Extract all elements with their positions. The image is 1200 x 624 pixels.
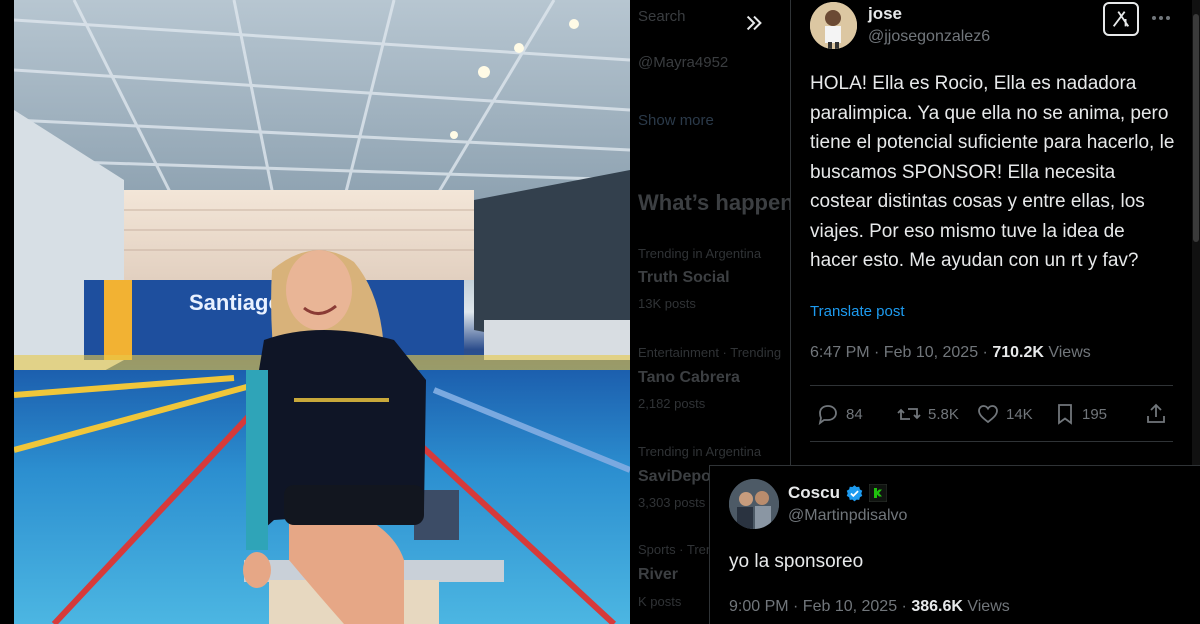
like-count: 14K — [1006, 405, 1033, 423]
bookmark-button[interactable]: 195 — [1054, 399, 1107, 429]
reply-text: yo la sponsoreo — [729, 551, 864, 572]
views-label: Views — [1043, 344, 1091, 361]
divider — [810, 441, 1173, 442]
more-options-icon — [1152, 16, 1170, 20]
expand-chevrons-icon — [746, 15, 762, 31]
verified-icon — [846, 484, 863, 501]
repost-button[interactable]: 5.8K — [896, 399, 959, 429]
author-handle[interactable]: @jjosegonzalez6 — [868, 28, 990, 46]
tweet-meta: 6:47 PM · Feb 10, 2025 · 710.2K Views — [810, 344, 1091, 362]
reply-tweet: Coscu @Martinpdisalvo yo la sponsoreo 9:… — [709, 465, 1200, 624]
avatar[interactable] — [729, 479, 779, 529]
reply-timestamp[interactable]: 9:00 PM · Feb 10, 2025 · — [729, 598, 911, 615]
tweet-timestamp[interactable]: 6:47 PM · Feb 10, 2025 · — [810, 344, 992, 361]
trend-posts: 2,182 posts — [638, 396, 706, 411]
show-more-link[interactable]: Show more — [638, 112, 714, 129]
tweet-text: HOLA! Ella es Rocio, Ella es nadadora pa… — [810, 73, 1175, 271]
tweet-actions: 84 5.8K 14K 195 — [810, 399, 1180, 429]
more-options-button[interactable] — [1149, 6, 1173, 30]
translate-link[interactable]: Translate post — [810, 303, 905, 320]
grok-button[interactable] — [1103, 2, 1139, 36]
search-placeholder: Search — [638, 8, 686, 25]
trend-posts: K posts — [638, 594, 682, 609]
reply-count: 84 — [846, 405, 863, 423]
bookmark-icon — [1058, 404, 1072, 425]
reply-author-handle[interactable]: @Martinpdisalvo — [788, 507, 907, 525]
handle-snippet: @Mayra4952 — [638, 54, 729, 71]
trend-name[interactable]: Truth Social — [638, 269, 730, 287]
share-button[interactable] — [1144, 399, 1168, 429]
author-avatar-image — [810, 2, 857, 49]
trend-name[interactable]: SaviDepo — [638, 468, 711, 486]
share-icon — [1147, 403, 1165, 423]
scrollbar[interactable] — [1192, 0, 1200, 470]
trends-section-title: What’s happen — [638, 190, 792, 215]
grok-icon — [1112, 11, 1130, 27]
reply-icon — [818, 405, 837, 426]
swimmer-photo-image: Santiago — [14, 0, 630, 624]
svg-text:Santiago: Santiago — [189, 290, 282, 315]
reply-views-label: Views — [962, 598, 1010, 615]
author-name[interactable]: jose — [868, 4, 902, 24]
expand-button[interactable] — [734, 5, 774, 41]
reply-views-count: 386.6K — [911, 598, 963, 615]
like-button[interactable]: 14K — [976, 399, 1033, 429]
like-icon — [978, 405, 998, 424]
views-count: 710.2K — [992, 344, 1044, 361]
repost-count: 5.8K — [928, 405, 959, 423]
tweet-photo[interactable]: Santiago — [14, 0, 630, 624]
trend-name[interactable]: Tano Cabrera — [638, 369, 740, 387]
reply-button[interactable]: 84 — [816, 399, 863, 429]
bookmark-count: 195 — [1082, 405, 1108, 423]
reply-author-name-row: Coscu — [788, 483, 887, 503]
reply-meta: 9:00 PM · Feb 10, 2025 · 386.6K Views — [729, 598, 1010, 616]
trend-context: Trending in Argentina — [638, 246, 762, 261]
trend-context: Trending in Argentina — [638, 444, 762, 459]
kick-affiliate-icon[interactable] — [868, 484, 887, 502]
trend-context: Entertainment · Trending — [638, 345, 782, 360]
trend-name[interactable]: River — [638, 566, 678, 584]
avatar[interactable] — [810, 2, 857, 49]
reply-author-name[interactable]: Coscu — [788, 483, 840, 503]
divider — [810, 385, 1173, 386]
reply-avatar-image — [729, 479, 779, 529]
repost-icon — [897, 408, 921, 420]
main-tweet: jose @jjosegonzalez6 HOLA! Ella es Rocio… — [791, 0, 1191, 470]
trend-posts: 13K posts — [638, 296, 696, 311]
trend-posts: 3,303 posts — [638, 495, 706, 510]
scrollbar-thumb[interactable] — [1193, 14, 1199, 242]
